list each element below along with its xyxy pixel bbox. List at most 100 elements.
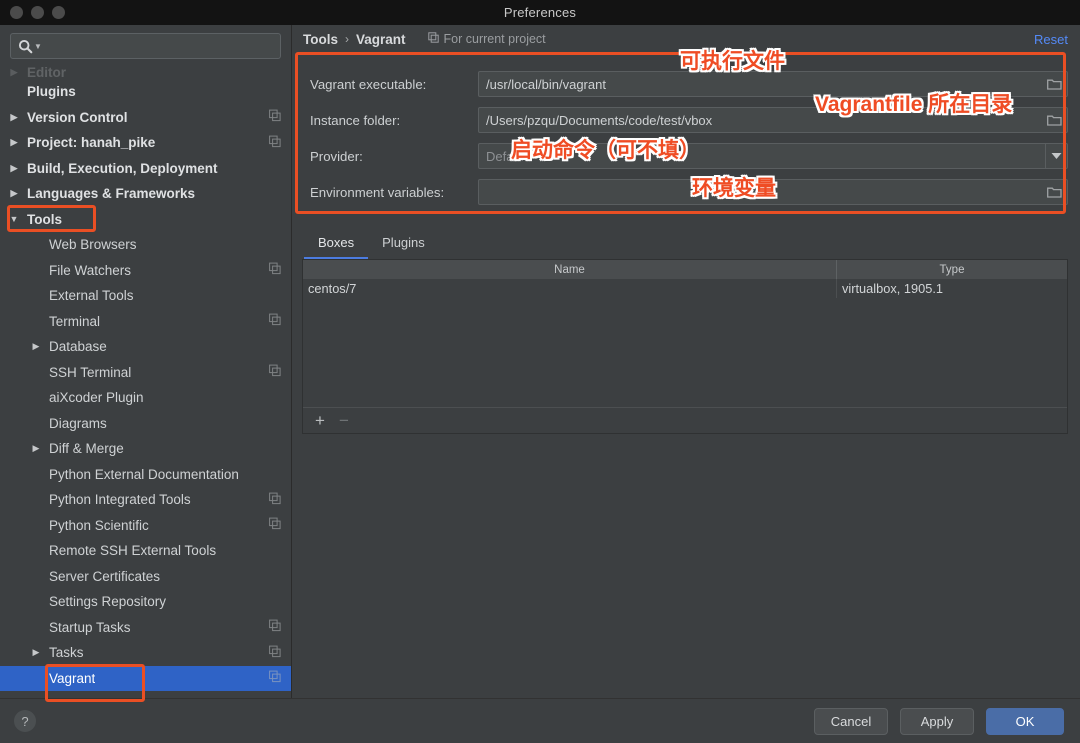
copy-settings-icon[interactable] <box>269 135 281 150</box>
instance-folder-field[interactable]: /Users/pzqu/Documents/code/test/vbox <box>478 107 1068 133</box>
sidebar-item-python-external-documentation[interactable]: ▶Python External Documentation <box>0 462 291 488</box>
copy-settings-icon[interactable] <box>269 313 281 329</box>
boxes-table: Name Type centos/7 virtualbox, 1905.1 + − <box>302 259 1068 434</box>
sidebar-item-label: Server Certificates <box>49 568 161 584</box>
sidebar-item-label: Remote SSH External Tools <box>49 543 217 559</box>
sidebar-item-external-tools[interactable]: ▶External Tools <box>0 283 291 309</box>
sidebar-item-project-hanah-pike[interactable]: ▶ Project: hanah_pike <box>0 130 291 156</box>
sidebar-item-languages-frameworks[interactable]: ▶ Languages & Frameworks <box>0 181 291 207</box>
search-input[interactable] <box>45 38 273 54</box>
boxes-plugins-tabs: Boxes Plugins <box>304 229 1080 259</box>
ok-button[interactable]: OK <box>986 707 1064 735</box>
chevron-right-icon[interactable]: ▶ <box>6 189 22 198</box>
chevron-right-icon[interactable]: ▶ <box>6 138 22 147</box>
sidebar-item-label: Database <box>49 339 107 355</box>
breadcrumb-separator: › <box>345 32 349 46</box>
settings-main-panel: Tools › Vagrant For current project Rese… <box>292 25 1080 698</box>
window-titlebar: Preferences <box>0 0 1080 25</box>
remove-box-button[interactable]: − <box>339 412 349 429</box>
chevron-right-icon[interactable]: ▶ <box>6 112 22 122</box>
sidebar-item-startup-tasks[interactable]: ▶Startup Tasks <box>0 615 291 641</box>
provider-label: Provider: <box>310 148 363 164</box>
search-dropdown-icon[interactable]: ▼ <box>34 42 42 51</box>
sidebar-item-label: Python External Documentation <box>49 466 239 482</box>
copy-settings-icon[interactable] <box>269 670 281 686</box>
table-row[interactable]: centos/7 virtualbox, 1905.1 <box>303 279 1067 298</box>
form-row-vagrant-executable: Vagrant executable: /usr/local/bin/vagran… <box>302 67 1068 101</box>
sidebar-item-version-control[interactable]: ▶ Version Control <box>0 105 291 131</box>
chevron-right-icon[interactable]: ▶ <box>28 648 44 657</box>
chevron-right-icon[interactable]: ▶ <box>28 444 44 453</box>
search-box[interactable]: ▼ <box>10 33 281 59</box>
sidebar-item-label: SSH Terminal <box>49 364 132 380</box>
sidebar-item-diff-merge[interactable]: ▶ Diff & Merge <box>0 436 291 462</box>
boxes-table-header: Name Type <box>303 260 1067 279</box>
sidebar-item-label: Python Scientific <box>49 517 149 533</box>
cell-name: centos/7 <box>303 279 837 298</box>
provider-dropdown-icon[interactable] <box>1045 144 1067 168</box>
chevron-right-icon[interactable]: ▶ <box>28 342 44 351</box>
copy-settings-icon[interactable] <box>269 262 281 278</box>
sidebar-item-tasks[interactable]: ▶ Tasks <box>0 640 291 666</box>
chevron-right-icon[interactable]: ▶ <box>6 67 22 77</box>
boxes-table-body: centos/7 virtualbox, 1905.1 <box>303 279 1067 407</box>
vagrant-executable-browse-folder-icon[interactable] <box>1041 72 1067 96</box>
copy-settings-icon[interactable] <box>269 517 281 533</box>
add-box-button[interactable]: + <box>315 412 325 429</box>
sidebar-item-label: Vagrant <box>49 670 96 686</box>
sidebar-item-remote-ssh-external-tools[interactable]: ▶Remote SSH External Tools <box>0 538 291 564</box>
tab-boxes[interactable]: Boxes <box>304 229 369 259</box>
cancel-button[interactable]: Cancel <box>814 707 888 735</box>
vagrant-executable-label: Vagrant executable: <box>310 76 427 92</box>
sidebar-item-label: Editor <box>27 64 66 80</box>
sidebar-item-label: Settings Repository <box>49 594 167 610</box>
chevron-right-icon[interactable]: ▶ <box>6 163 22 173</box>
copy-settings-icon[interactable] <box>269 109 281 125</box>
sidebar-item-settings-repository[interactable]: ▶Settings Repository <box>0 589 291 615</box>
provider-field[interactable]: Default <box>478 143 1068 169</box>
sidebar-item-ssh-terminal[interactable]: ▶SSH Terminal <box>0 360 291 386</box>
column-header-type[interactable]: Type <box>837 260 1067 279</box>
chevron-down-icon[interactable]: ▼ <box>6 214 22 224</box>
apply-button[interactable]: Apply <box>900 707 974 735</box>
help-button[interactable]: ? <box>14 710 36 732</box>
tab-plugins[interactable]: Plugins <box>368 229 439 259</box>
scope-note-label: For current project <box>443 32 546 46</box>
sidebar-item-label: Build, Execution, Deployment <box>27 160 218 176</box>
sidebar-item-label: Languages & Frameworks <box>27 186 196 202</box>
sidebar-item-aixcoder-plugin[interactable]: ▶aiXcoder Plugin <box>0 385 291 411</box>
sidebar-item-database[interactable]: ▶ Database <box>0 334 291 360</box>
vagrant-settings-form: Vagrant executable: /usr/local/bin/vagran… <box>302 57 1068 223</box>
column-header-name[interactable]: Name <box>303 260 837 279</box>
sidebar-item-python-integrated-tools[interactable]: ▶Python Integrated Tools <box>0 487 291 513</box>
copy-settings-icon[interactable] <box>269 645 281 660</box>
environment-variables-browse-folder-icon[interactable] <box>1041 180 1067 204</box>
sidebar-item-web-browsers[interactable]: ▶Web Browsers <box>0 232 291 258</box>
sidebar-item-terminal[interactable]: ▶Terminal <box>0 309 291 335</box>
sidebar-search-wrap: ▼ <box>0 25 291 63</box>
sidebar-item-plugins[interactable]: ▶Plugins <box>0 79 291 105</box>
instance-folder-browse-folder-icon[interactable] <box>1041 108 1067 132</box>
sidebar-item-python-scientific[interactable]: ▶Python Scientific <box>0 513 291 539</box>
sidebar-item-server-certificates[interactable]: ▶Server Certificates <box>0 564 291 590</box>
form-row-instance-folder: Instance folder: /Users/pzqu/Documents/co… <box>302 103 1068 137</box>
copy-settings-icon[interactable] <box>269 364 281 380</box>
sidebar-item-editor[interactable]: ▶ Editor <box>0 64 291 80</box>
sidebar-item-vagrant[interactable]: ▶Vagrant <box>0 665 291 691</box>
reset-link[interactable]: Reset <box>1034 32 1068 47</box>
breadcrumb-root[interactable]: Tools <box>303 32 338 47</box>
copy-settings-icon[interactable] <box>269 619 281 635</box>
vagrant-executable-field[interactable]: /usr/local/bin/vagrant <box>478 71 1068 97</box>
sidebar-item-label: Plugins <box>27 84 76 100</box>
sidebar-item-label: Version Control <box>27 109 128 125</box>
environment-variables-field[interactable] <box>478 179 1068 205</box>
sidebar-item-label: Tools <box>27 211 62 227</box>
dialog-action-buttons: Cancel Apply OK <box>814 707 1064 735</box>
sidebar-item-diagrams[interactable]: ▶Diagrams <box>0 411 291 437</box>
copy-settings-icon[interactable] <box>269 492 281 507</box>
sidebar-item-file-watchers[interactable]: ▶File Watchers <box>0 258 291 284</box>
sidebar-item-tools[interactable]: ▼ Tools <box>0 207 291 233</box>
settings-sidebar: ▼ ▶Editor▶Plugins▶Version Control▶Projec… <box>0 25 292 698</box>
sidebar-item-label: File Watchers <box>49 262 132 278</box>
sidebar-item-build-execution-deployment[interactable]: ▶ Build, Execution, Deployment <box>0 156 291 182</box>
